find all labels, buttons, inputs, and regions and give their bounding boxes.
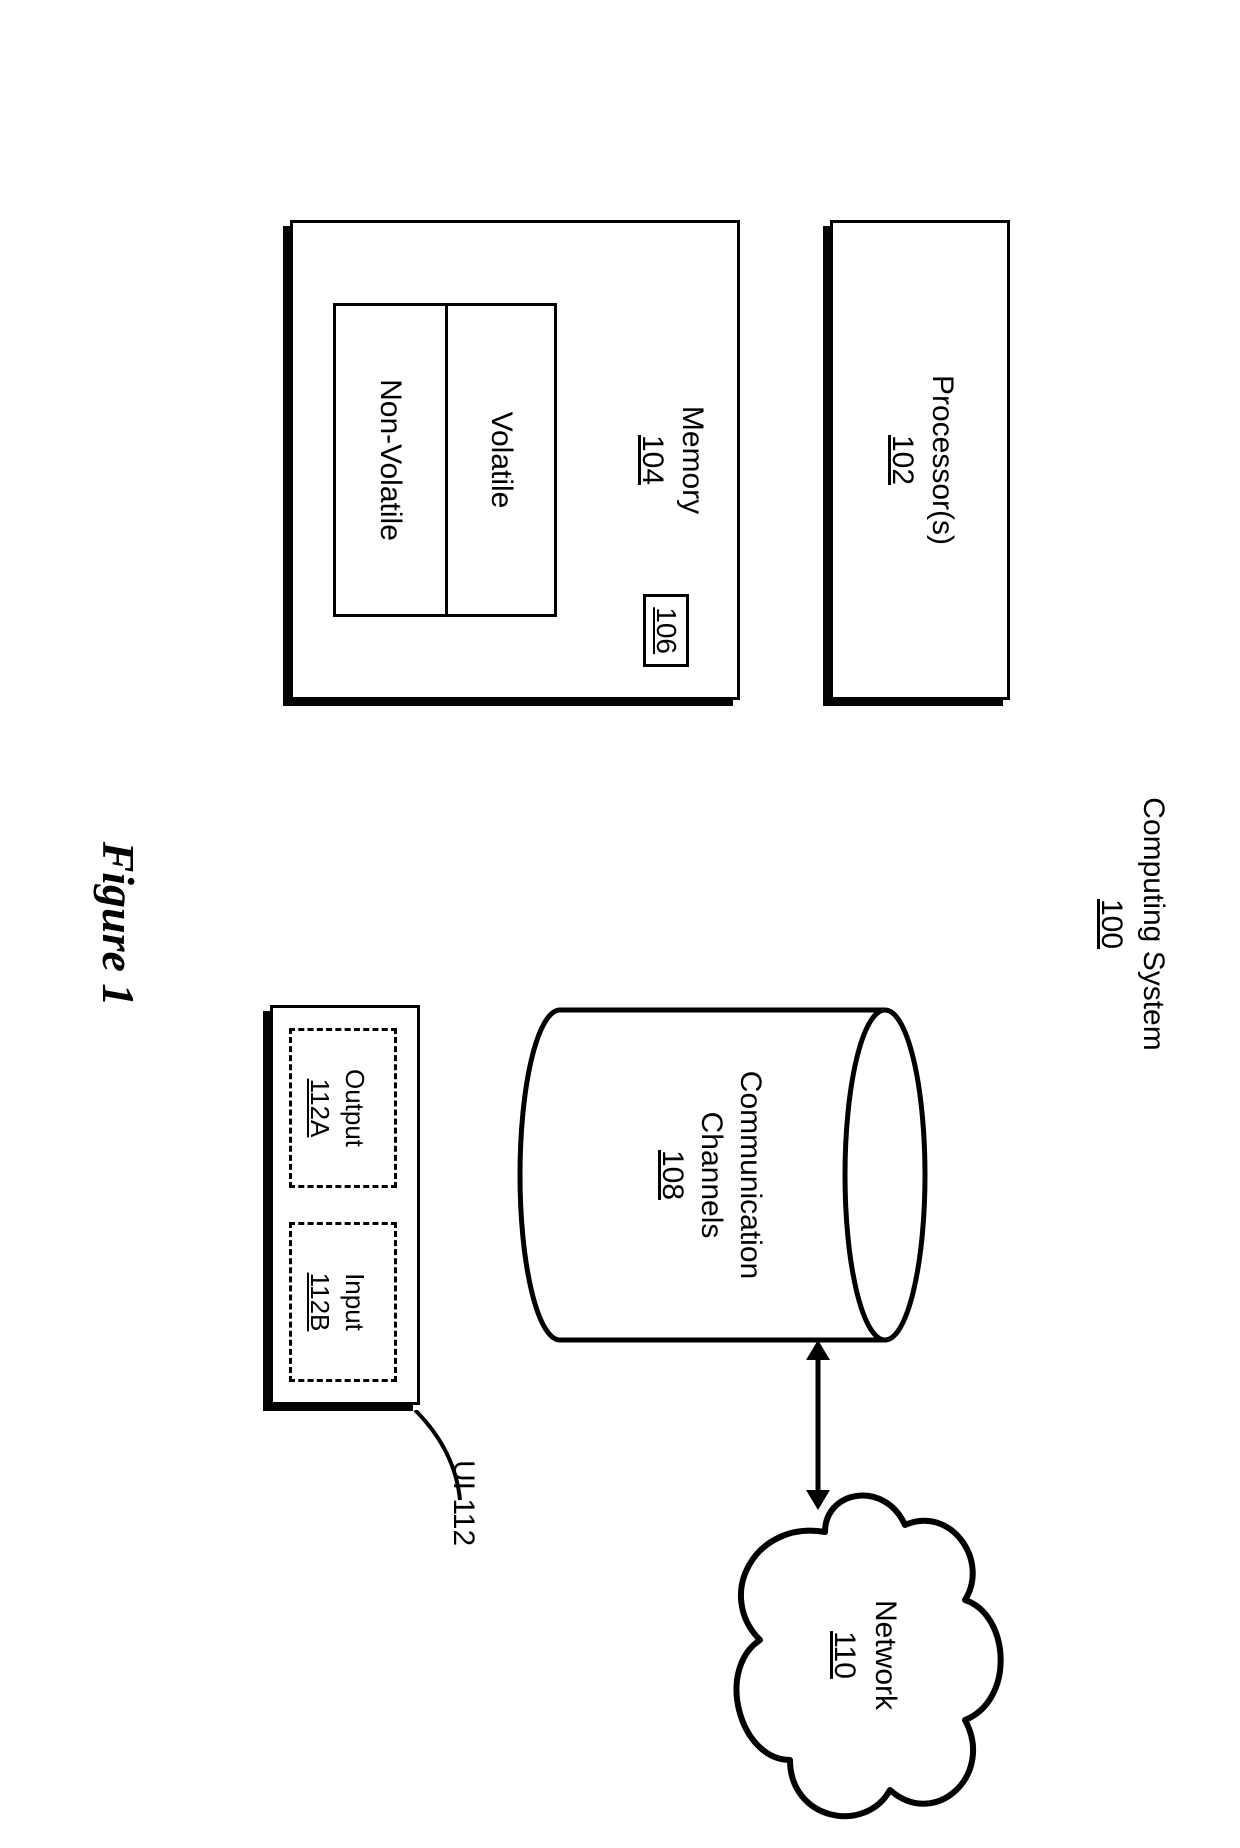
diagram-title: Computing System 100 bbox=[1094, 0, 1170, 1848]
diagram-title-ref: 100 bbox=[1094, 0, 1128, 1848]
memory-exe-ref: 106 bbox=[643, 594, 689, 667]
processor-label: Processor(s) bbox=[925, 223, 959, 697]
ui-output-ref: 112A bbox=[302, 1031, 337, 1185]
network-ref: 110 bbox=[824, 1485, 865, 1825]
ui-leader-label: UI 112 bbox=[446, 1460, 480, 1546]
processor-block: Processor(s) 102 bbox=[830, 220, 1010, 700]
ui-output-label: Output bbox=[337, 1031, 372, 1185]
communication-channels-block: Communication Channels 108 bbox=[515, 1005, 930, 1345]
comm-label-1: Communication bbox=[731, 1005, 770, 1345]
network-block: Network 110 bbox=[720, 1485, 1015, 1825]
figure-caption: Figure 1 bbox=[92, 0, 145, 1848]
network-label: Network bbox=[865, 1485, 906, 1825]
diagram-title-text: Computing System bbox=[1136, 0, 1170, 1848]
memory-block: Memory 104 106 Volatile Non-Volatile bbox=[290, 220, 740, 700]
ui-block: Output 112A Input 112B bbox=[270, 1005, 420, 1405]
comm-ref: 108 bbox=[653, 1005, 692, 1345]
ui-input-block: Input 112B bbox=[289, 1222, 397, 1382]
comm-label-2: Channels bbox=[692, 1005, 731, 1345]
figure-canvas: Computing System 100 Processor(s) 102 Me… bbox=[0, 0, 1240, 1848]
processor-ref: 102 bbox=[885, 435, 919, 485]
nonvolatile-cell: Non-Volatile bbox=[333, 303, 445, 617]
volatile-cell: Volatile bbox=[445, 303, 557, 617]
ui-input-ref: 112B bbox=[302, 1225, 337, 1379]
memory-table: Volatile Non-Volatile bbox=[333, 303, 557, 617]
ui-output-block: Output 112A bbox=[289, 1028, 397, 1188]
ui-input-label: Input bbox=[337, 1225, 372, 1379]
